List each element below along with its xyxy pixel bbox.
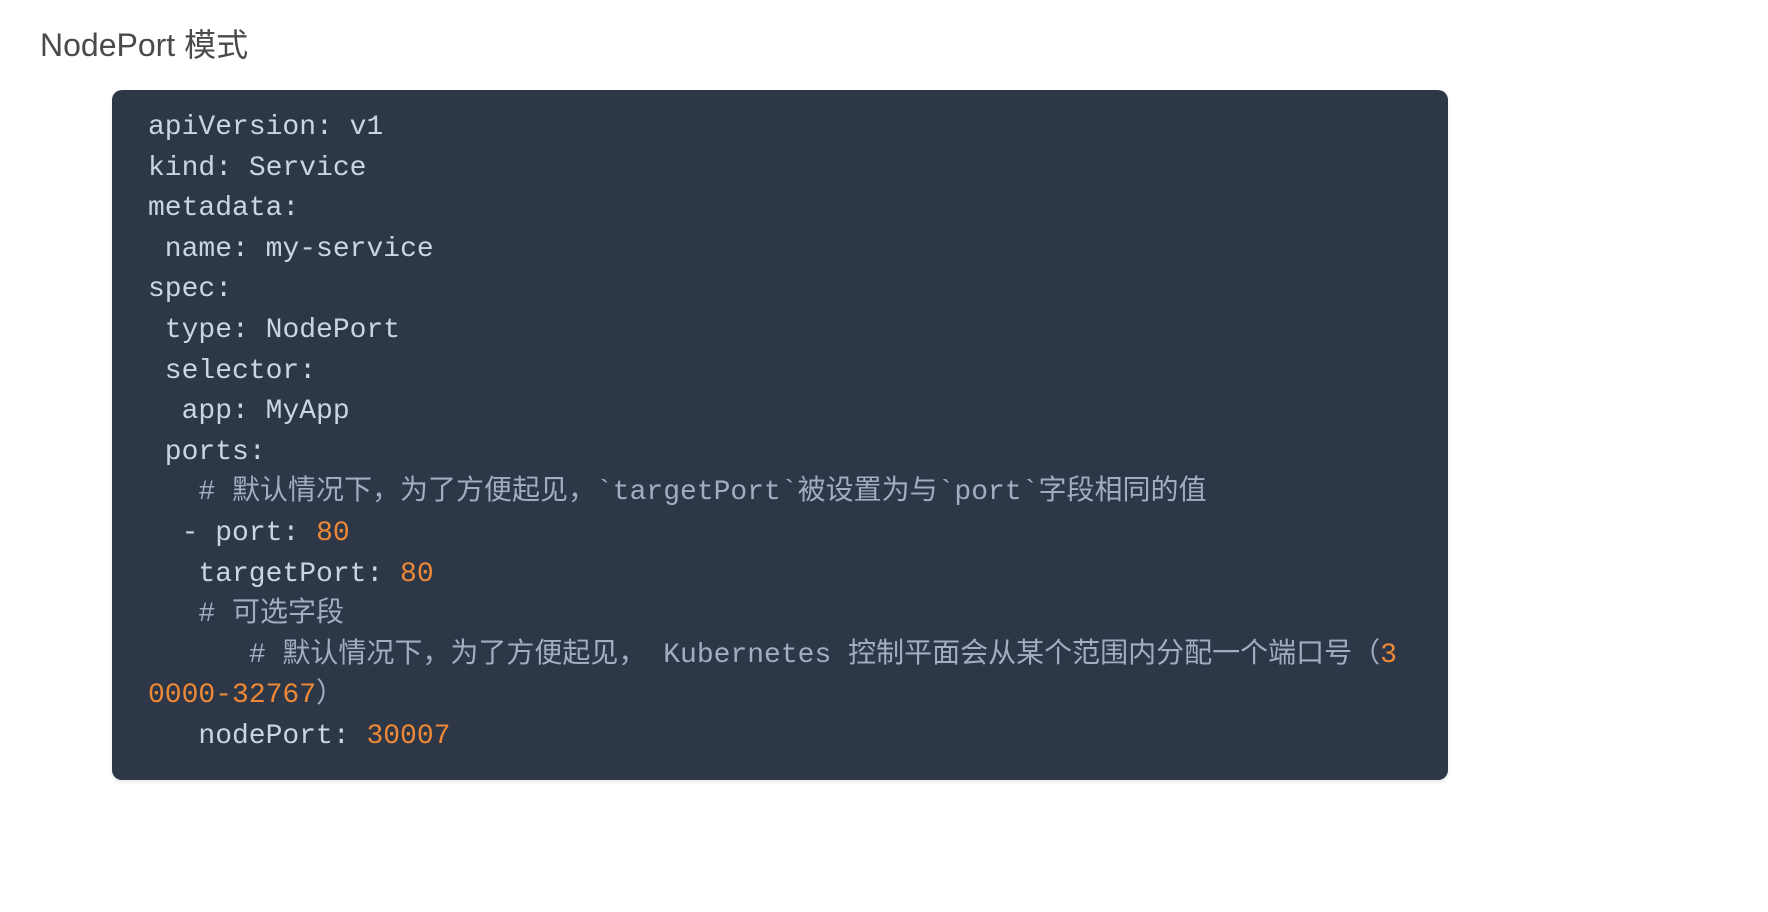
colon: :: [282, 518, 299, 549]
space: [249, 396, 266, 427]
colon: :: [299, 356, 316, 387]
colon: :: [333, 721, 350, 752]
yaml-code-block: apiVersion: v1 kind: Service metadata: n…: [112, 90, 1448, 780]
code-line: # 默认情况下，为了方便起见， Kubernetes 控制平面会从某个范围内分配…: [148, 636, 1412, 717]
colon: :: [282, 193, 299, 224]
code-line: targetPort: 80: [148, 555, 1412, 596]
comment-text: # 默认情况下，为了方便起见， Kubernetes 控制平面会从某个范围内分配…: [249, 640, 1380, 671]
colon: :: [215, 274, 232, 305]
space: [299, 518, 316, 549]
code-line: app: MyApp: [148, 392, 1412, 433]
code-line: selector:: [148, 352, 1412, 393]
colon: :: [366, 559, 383, 590]
yaml-number: 80: [316, 518, 350, 549]
code-line: metadata:: [148, 189, 1412, 230]
space: [350, 721, 367, 752]
code-line: kind: Service: [148, 149, 1412, 190]
yaml-key: name: [165, 234, 232, 265]
yaml-comment: # 默认情况下，为了方便起见， Kubernetes 控制平面会从某个范围内分配…: [148, 640, 1397, 712]
comment-text: ）: [316, 680, 344, 711]
code-line: # 可选字段: [148, 595, 1412, 636]
space: [249, 234, 266, 265]
space: [198, 518, 215, 549]
yaml-number: 80: [400, 559, 434, 590]
yaml-key: port: [215, 518, 282, 549]
yaml-key: type: [165, 315, 232, 346]
yaml-key: selector: [165, 356, 299, 387]
yaml-key: kind: [148, 153, 215, 184]
yaml-key: metadata: [148, 193, 282, 224]
yaml-number: 30007: [366, 721, 450, 752]
yaml-value: my-service: [266, 234, 434, 265]
code-line: # 默认情况下，为了方便起见，`targetPort`被设置为与`port`字段…: [148, 473, 1412, 514]
space: [383, 559, 400, 590]
colon: :: [316, 112, 333, 143]
yaml-dash: -: [182, 518, 199, 549]
colon: :: [232, 234, 249, 265]
yaml-key: app: [182, 396, 232, 427]
yaml-value: NodePort: [266, 315, 400, 346]
code-line: - port: 80: [148, 514, 1412, 555]
yaml-value: v1: [350, 112, 384, 143]
code-line: type: NodePort: [148, 311, 1412, 352]
space: [333, 112, 350, 143]
yaml-key: spec: [148, 274, 215, 305]
space: [232, 153, 249, 184]
section-heading: NodePort 模式: [40, 20, 1728, 66]
yaml-key: ports: [165, 437, 249, 468]
yaml-key: apiVersion: [148, 112, 316, 143]
code-line: name: my-service: [148, 230, 1412, 271]
yaml-comment: # 默认情况下，为了方便起见，`targetPort`被设置为与`port`字段…: [198, 477, 1206, 508]
colon: :: [249, 437, 266, 468]
code-line: apiVersion: v1: [148, 108, 1412, 149]
code-line: spec:: [148, 270, 1412, 311]
yaml-comment: # 可选字段: [198, 599, 344, 630]
yaml-key: nodePort: [198, 721, 332, 752]
code-line: nodePort: 30007: [148, 717, 1412, 758]
space: [249, 315, 266, 346]
colon: :: [232, 396, 249, 427]
yaml-key: targetPort: [198, 559, 366, 590]
colon: :: [215, 153, 232, 184]
code-line: ports:: [148, 433, 1412, 474]
colon: :: [232, 315, 249, 346]
yaml-value: Service: [249, 153, 367, 184]
yaml-value: MyApp: [266, 396, 350, 427]
